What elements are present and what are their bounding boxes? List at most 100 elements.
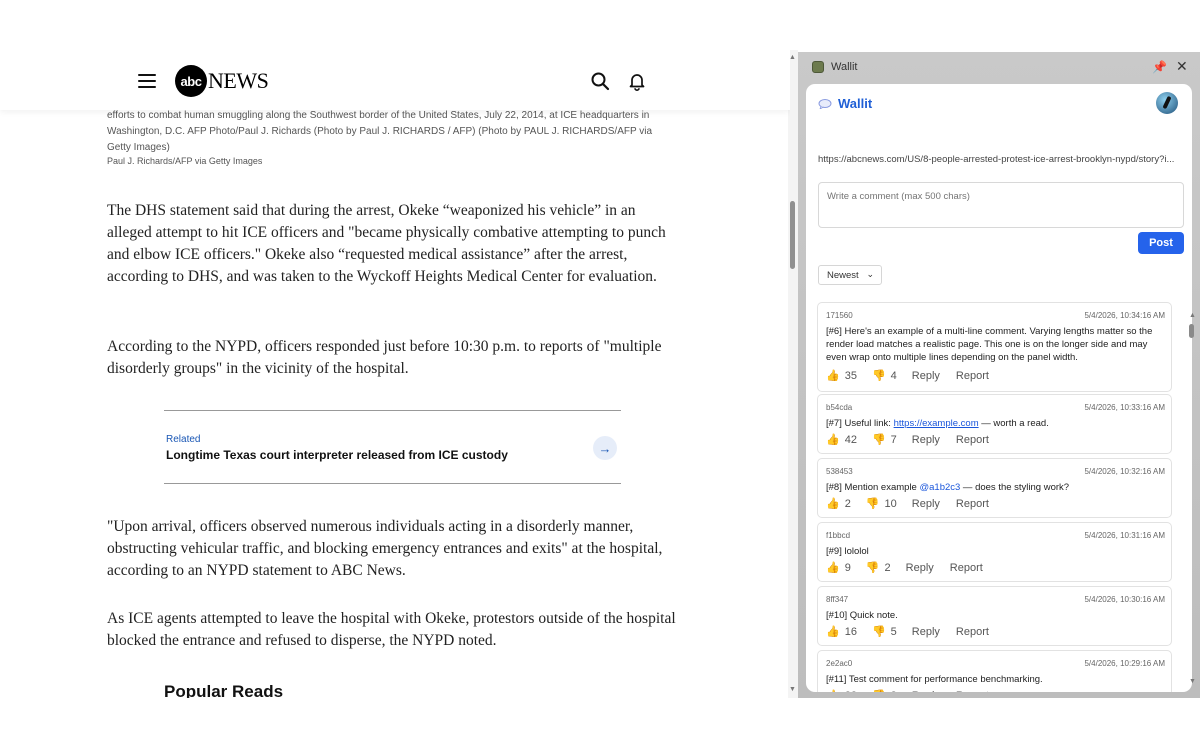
related-label: Related xyxy=(166,434,201,445)
like-button[interactable]: 👍 9 xyxy=(826,561,851,575)
dislike-count: 5 xyxy=(890,625,897,638)
thumbs-down-icon: 👎 xyxy=(865,498,880,510)
comment-item: 2e2ac0 5/4/2026, 10:29:16 AM [#11] Test … xyxy=(817,650,1172,692)
reply-button[interactable]: Reply xyxy=(906,562,934,574)
reply-button[interactable]: Reply xyxy=(912,690,940,693)
report-button[interactable]: Report xyxy=(956,626,989,638)
related-title[interactable]: Longtime Texas court interpreter release… xyxy=(166,448,508,462)
dislike-button[interactable]: 👎 4 xyxy=(872,369,897,383)
comment-actions: 👍 35 👎 4 Reply Report xyxy=(826,369,1005,383)
like-button[interactable]: 👍 2 xyxy=(826,497,851,511)
article-paragraph: "Upon arrival, officers observed numerou… xyxy=(107,518,663,579)
comment-date: 5/4/2026, 10:30:16 AM xyxy=(1084,595,1165,604)
dislike-button[interactable]: 👎 5 xyxy=(871,625,897,639)
post-button[interactable]: Post xyxy=(1138,232,1184,254)
comment-actions: 👍 42 👎 7 Reply Report xyxy=(826,433,1005,447)
dislike-button[interactable]: 👎 7 xyxy=(872,433,897,447)
scroll-up-icon[interactable]: ▲ xyxy=(789,54,796,61)
comment-author-hash: 538453 xyxy=(826,467,853,476)
dislike-button[interactable]: 👎8 xyxy=(872,689,897,693)
comment-date: 5/4/2026, 10:31:16 AM xyxy=(1084,531,1165,540)
site-header: abc NEWS xyxy=(0,50,790,110)
page-scroll-thumb[interactable] xyxy=(790,201,795,269)
comment-date: 5/4/2026, 10:32:16 AM xyxy=(1084,467,1165,476)
dislike-count: 4 xyxy=(890,369,897,382)
like-button[interactable]: 👍 35 xyxy=(826,369,857,383)
abc-logo-badge: abc xyxy=(175,65,207,97)
dislike-button[interactable]: 👎 2 xyxy=(866,561,891,575)
reply-button[interactable]: Reply xyxy=(912,434,940,446)
speech-bubble-icon xyxy=(818,98,832,109)
report-button[interactable]: Report xyxy=(956,370,989,382)
dislike-count: 8 xyxy=(891,690,897,693)
comment-text: [#8] Mention example @a1b2c3 — does the … xyxy=(826,482,1070,493)
chevron-down-icon: ⌄ xyxy=(866,269,874,279)
comment-input[interactable] xyxy=(818,182,1184,228)
thumbs-down-icon: 👎 xyxy=(871,626,886,638)
scroll-up-icon[interactable]: ▲ xyxy=(1189,312,1196,319)
comment-date: 5/4/2026, 10:33:16 AM xyxy=(1084,403,1165,412)
dislike-button[interactable]: 👎 10 xyxy=(865,497,897,511)
close-icon[interactable]: ✕ xyxy=(1176,58,1188,75)
comment-date: 5/4/2026, 10:34:16 AM xyxy=(1084,311,1165,320)
panel-titlebar[interactable]: Wallit 📌 ✕ xyxy=(798,52,1200,82)
menu-icon[interactable] xyxy=(138,74,156,88)
report-button[interactable]: Report xyxy=(950,562,983,574)
reply-button[interactable]: Reply xyxy=(912,626,940,638)
comment-item: f1bbcd 5/4/2026, 10:31:16 AM [#9] lololo… xyxy=(817,522,1172,582)
report-button[interactable]: Report xyxy=(956,690,989,693)
related-article-card[interactable]: Related Longtime Texas court interpreter… xyxy=(164,410,621,484)
like-count: 35 xyxy=(844,369,857,382)
thumbs-up-icon: 👍 xyxy=(826,370,840,382)
news-logo-text: NEWS xyxy=(208,68,269,93)
wallit-card: Wallit https://abcnews.com/US/8-people-a… xyxy=(806,84,1192,692)
photo-caption: efforts to combat human smuggling along … xyxy=(107,110,653,153)
photo-credit: Paul J. Richards/AFP via Getty Images xyxy=(107,156,263,166)
reply-button[interactable]: Reply xyxy=(912,498,940,510)
user-mention[interactable]: @a1b2c3 xyxy=(919,482,960,493)
comment-text: [#6] Here's an example of a multi-line c… xyxy=(826,326,1153,363)
wallit-brand: Wallit xyxy=(818,96,872,111)
dislike-count: 7 xyxy=(890,433,897,446)
like-button[interactable]: 👍 23 xyxy=(826,689,857,693)
comment-author-hash: b54cda xyxy=(826,403,853,412)
user-avatar[interactable] xyxy=(1156,92,1178,114)
article-paragraph: As ICE agents attempted to leave the hos… xyxy=(107,610,676,649)
like-count: 2 xyxy=(844,497,851,510)
comment-actions: 👍 2 👎 10 Reply Report xyxy=(826,497,1005,511)
window-title: Wallit xyxy=(831,61,858,73)
like-button[interactable]: 👍 42 xyxy=(826,433,857,447)
sort-select[interactable]: Newest ⌄ xyxy=(818,265,882,285)
article-paragraph: The DHS statement said that during the a… xyxy=(107,202,666,285)
comment-text: [#10] Quick note. xyxy=(826,610,898,621)
comment-list-scrollbar[interactable]: ▲ ▼ xyxy=(1188,312,1196,696)
sort-selected-value: Newest xyxy=(827,270,859,281)
report-button[interactable]: Report xyxy=(956,434,989,446)
thumbs-up-icon: 👍 xyxy=(826,689,840,692)
report-button[interactable]: Report xyxy=(956,498,989,510)
scroll-down-icon[interactable]: ▼ xyxy=(789,686,796,693)
like-button[interactable]: 👍 16 xyxy=(826,625,857,639)
search-icon[interactable] xyxy=(590,71,610,91)
page-scrollbar[interactable]: ▲ ▼ xyxy=(788,50,798,698)
thumbs-up-icon: 👍 xyxy=(826,498,840,510)
reply-button[interactable]: Reply xyxy=(912,370,940,382)
arrow-right-icon[interactable]: → xyxy=(593,436,617,460)
comment-actions: 👍 16 👎 5 Reply Report xyxy=(826,625,1005,639)
pin-icon[interactable]: 📌 xyxy=(1152,60,1167,74)
bell-icon[interactable] xyxy=(627,71,647,91)
thumbs-up-icon: 👍 xyxy=(826,562,840,574)
comment-author-hash: 2e2ac0 xyxy=(826,659,853,668)
comment-list[interactable]: 171560 5/4/2026, 10:34:16 AM [#6] Here's… xyxy=(806,292,1192,692)
comment-author-hash: f1bbcd xyxy=(826,531,851,540)
scroll-down-icon[interactable]: ▼ xyxy=(1189,678,1196,685)
thumbs-down-icon: 👎 xyxy=(872,689,886,692)
dislike-count: 10 xyxy=(884,497,897,510)
like-count: 23 xyxy=(845,690,857,693)
comment-item: b54cda 5/4/2026, 10:33:16 AM [#7] Useful… xyxy=(817,394,1172,454)
dislike-count: 2 xyxy=(884,561,891,574)
comment-item: 8ff347 5/4/2026, 10:30:16 AM [#10] Quick… xyxy=(817,586,1172,646)
comment-scroll-thumb[interactable] xyxy=(1189,324,1194,338)
comment-link[interactable]: https://example.com xyxy=(894,418,979,429)
abc-news-logo[interactable]: abc NEWS xyxy=(175,65,269,97)
